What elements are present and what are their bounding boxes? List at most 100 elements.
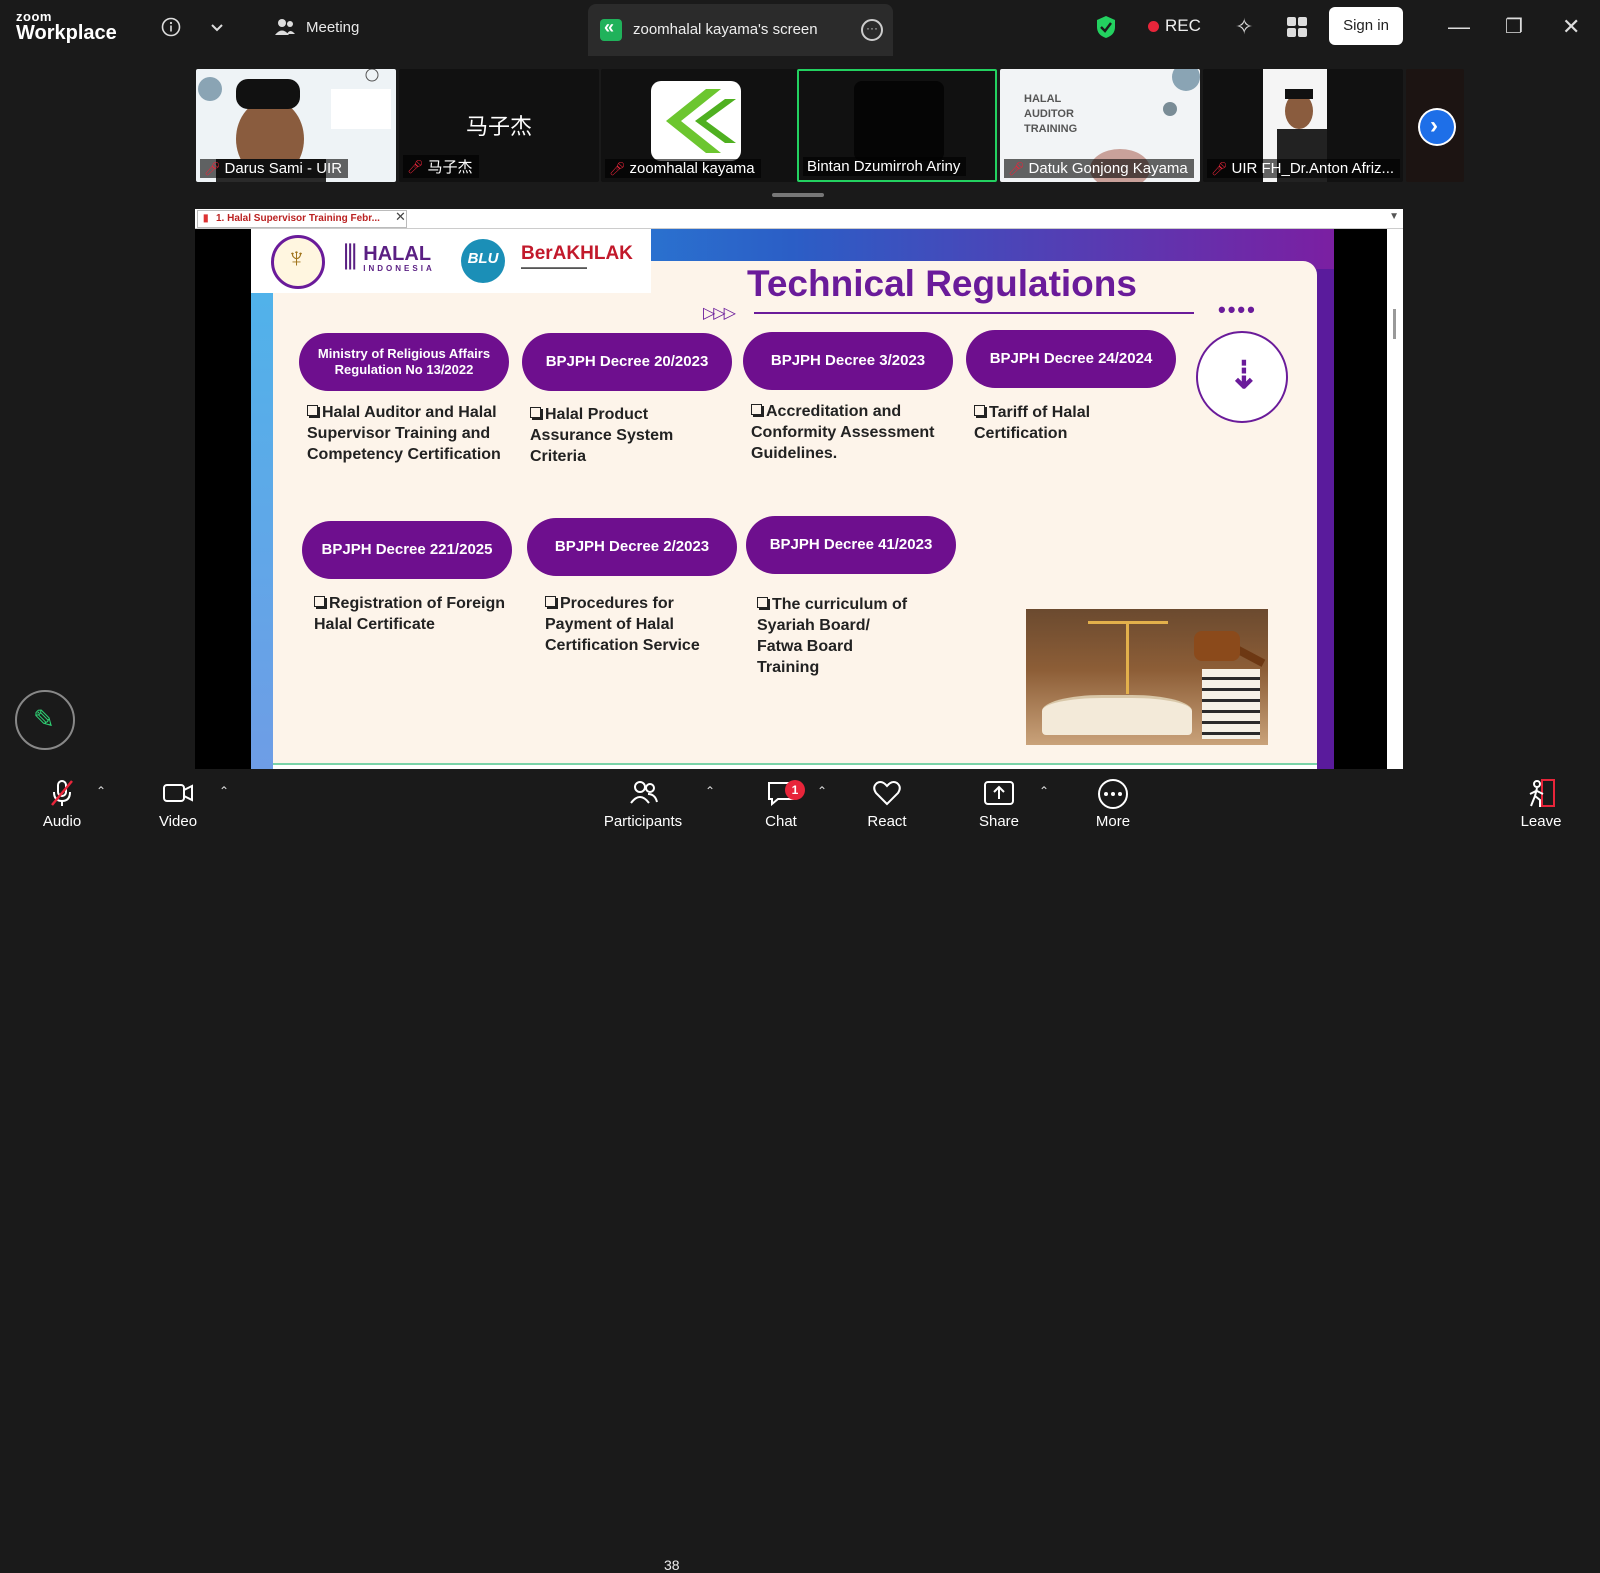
audio-options-caret[interactable]: ⌃ <box>96 784 106 798</box>
restore-icon[interactable]: ❐ <box>1505 14 1523 39</box>
more-options-icon[interactable]: ··· <box>861 19 883 41</box>
close-icon[interactable]: ✕ <box>1562 14 1580 40</box>
sign-in-button[interactable]: Sign in <box>1329 7 1403 45</box>
regulation-pill: BPJPH Decree 24/2024 <box>966 330 1176 388</box>
checkbox-icon <box>307 405 318 416</box>
audio-button[interactable]: Audio <box>36 778 88 830</box>
rec-label: REC <box>1165 16 1201 35</box>
ai-companion-icon[interactable]: ✧ <box>1235 14 1253 40</box>
pdf-scrollbar[interactable] <box>1387 229 1403 769</box>
zoom-logo: zoom Workplace <box>16 10 117 43</box>
regulation-desc: Halal Product Assurance System Criteria <box>530 406 674 465</box>
security-shield-icon[interactable] <box>1096 15 1116 39</box>
chevron-down-icon[interactable] <box>204 14 230 40</box>
participant-tile[interactable]: 🎤︎ Darus Sami - UIR <box>196 69 396 182</box>
participant-name: 🎤︎ Datuk Gonjong Kayama <box>1004 159 1194 178</box>
participants-options-caret[interactable]: ⌃ <box>705 784 715 798</box>
regulation-pill: BPJPH Decree 3/2023 <box>743 332 953 390</box>
close-tab-icon[interactable]: ✕ <box>395 209 406 225</box>
participant-tile[interactable]: HALAL AUDITOR TRAINING 🎤︎ Datuk Gonjong K… <box>1000 69 1200 182</box>
zoomhalal-logo <box>651 81 741 161</box>
participant-name: 🎤︎ UIR FH_Dr.Anton Afriz... <box>1207 159 1401 178</box>
pencil-icon: ✎ <box>33 704 55 734</box>
svg-text:HALAL: HALAL <box>1024 93 1062 105</box>
chat-unread-badge: 1 <box>785 780 805 800</box>
checkbox-icon <box>545 596 556 607</box>
pdf-tab-title[interactable]: 1. Halal Supervisor Training Febr... <box>197 210 407 228</box>
more-button[interactable]: More <box>1088 778 1138 830</box>
meeting-tab[interactable]: Meeting <box>274 18 359 36</box>
video-button[interactable]: Video <box>152 778 204 830</box>
participant-avatar-text: 马子杰 <box>465 114 532 139</box>
strip-resize-handle[interactable] <box>772 193 824 197</box>
mic-muted-icon <box>36 778 88 812</box>
regulation-desc: The curriculum of Syariah Board/ Fatwa B… <box>757 596 908 676</box>
chat-options-caret[interactable]: ⌃ <box>817 784 827 798</box>
participant-name: 🎤︎ zoomhalal kayama <box>605 159 761 178</box>
mic-muted-icon: 🎤︎ <box>1211 160 1228 176</box>
scroll-thumb[interactable] <box>1393 309 1396 339</box>
shared-screen: 1. Halal Supervisor Training Febr... ✕ ▼… <box>195 209 1403 769</box>
pdf-tab-bar: 1. Halal Supervisor Training Febr... ✕ ▼ <box>195 209 1403 229</box>
participant-tile[interactable]: 马子杰 🎤︎ 马子杰 <box>399 69 599 182</box>
slide-title: Technical Regulations <box>747 263 1137 304</box>
participant-name: 🎤︎ 马子杰 <box>403 155 479 178</box>
react-button[interactable]: React <box>862 778 912 830</box>
svg-text:TRAINING: TRAINING <box>1024 123 1077 135</box>
checkbox-icon <box>974 405 985 416</box>
mic-muted-icon: 🎤︎ <box>407 158 424 174</box>
regulation-pill: BPJPH Decree 2/2023 <box>527 518 737 576</box>
meeting-label: Meeting <box>306 18 360 36</box>
checkbox-icon <box>757 597 768 608</box>
regulation-pill: Ministry of Religious Affairs Regulation… <box>299 333 509 391</box>
regulation-pill: BPJPH Decree 20/2023 <box>522 333 732 391</box>
meeting-toolbar: Audio ⌃ Video ⌃ Participants 38 ⌃ Chat ⌃… <box>0 770 1600 1573</box>
next-page-button[interactable]: › <box>1418 108 1456 146</box>
heart-icon <box>862 778 912 812</box>
zoom-app-icon <box>600 17 622 41</box>
logo-bar: ⫴ HALAL INDONESIA BLU BerAKHLAK ▬▬▬▬▬▬▬▬… <box>251 229 651 293</box>
participants-count: 38 <box>664 1557 680 1573</box>
rec-dot-icon <box>1148 20 1159 32</box>
leave-button[interactable]: Leave <box>1516 778 1566 830</box>
minimize-icon[interactable]: — <box>1448 14 1470 40</box>
info-icon[interactable] <box>158 14 184 40</box>
annotate-button[interactable]: ✎ <box>15 690 75 750</box>
checkbox-icon <box>314 596 325 607</box>
participants-button[interactable]: Participants <box>600 778 686 830</box>
shared-screen-tab[interactable]: zoomhalal kayama's screen ··· <box>588 4 893 56</box>
arrow-down-icon: ⇣ <box>1196 331 1288 423</box>
title-underline <box>754 312 1194 314</box>
blu-logo: BLU <box>461 239 505 283</box>
participant-name: 🎤︎ Darus Sami - UIR <box>200 159 349 178</box>
title-bar: zoom Workplace Meeting zoomhalal kayama'… <box>0 0 1600 56</box>
participant-strip: 🎤︎ Darus Sami - UIR 马子杰 🎤︎ 马子杰 🎤︎ zoomhalal… <box>196 69 1466 182</box>
dropdown-icon[interactable]: ▼ <box>1389 211 1399 222</box>
participant-tile-active[interactable]: Bintan Dzumirroh Ariny <box>797 69 997 182</box>
checkbox-icon <box>751 404 762 415</box>
video-camera-icon <box>152 778 204 812</box>
share-button[interactable]: Share <box>974 778 1024 830</box>
screen-tab-title: zoomhalal kayama's screen <box>633 21 818 38</box>
slide: ⫴ HALAL INDONESIA BLU BerAKHLAK ▬▬▬▬▬▬▬▬… <box>251 229 1334 769</box>
regulation-desc: Procedures for Payment of Halal Certific… <box>545 595 700 654</box>
participant-tile[interactable]: 🎤︎ zoomhalal kayama <box>601 69 801 182</box>
people-icon <box>275 19 295 35</box>
regulation-desc: Accreditation and Conformity Assessment … <box>751 403 935 462</box>
regulation-desc: Halal Auditor and Halal Supervisor Train… <box>307 404 501 463</box>
recording-indicator[interactable]: REC <box>1148 16 1201 36</box>
share-screen-icon <box>974 778 1024 812</box>
garuda-emblem-icon <box>271 235 325 289</box>
regulation-desc: Tariff of Halal Certification <box>974 404 1091 442</box>
share-options-caret[interactable]: ⌃ <box>1039 784 1049 798</box>
participant-tile[interactable]: 🎤︎ UIR FH_Dr.Anton Afriz... <box>1203 69 1403 182</box>
leave-icon <box>1516 778 1566 812</box>
video-options-caret[interactable]: ⌃ <box>219 784 229 798</box>
regulation-pill: BPJPH Decree 41/2023 <box>746 516 956 574</box>
logo-line2: Workplace <box>16 22 117 44</box>
apps-icon[interactable] <box>1286 16 1308 38</box>
more-icon <box>1088 778 1138 812</box>
svg-text:AUDITOR: AUDITOR <box>1024 108 1074 120</box>
slide-bottom-band <box>273 763 1317 769</box>
video-feed <box>854 81 944 161</box>
